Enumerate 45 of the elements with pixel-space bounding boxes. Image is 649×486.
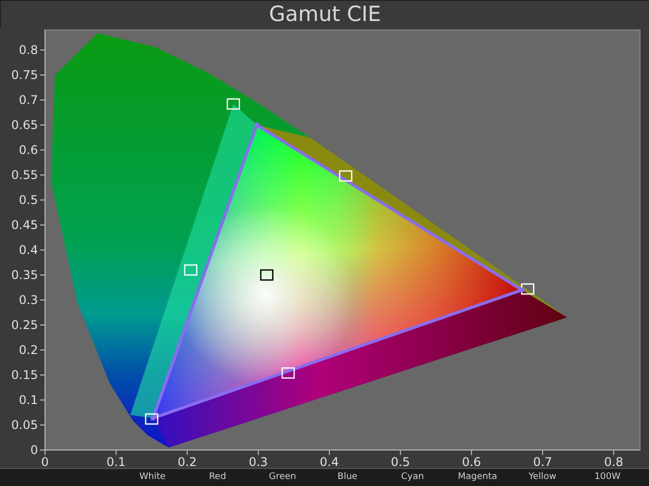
measured-point bbox=[520, 288, 524, 292]
y-tick-label: 0.2 bbox=[18, 343, 38, 357]
legend-label: Cyan bbox=[400, 470, 425, 484]
target-marker bbox=[144, 413, 158, 425]
x-tick-label: 0.1 bbox=[106, 455, 126, 468]
legend-label: Yellow bbox=[528, 470, 558, 484]
target-marker bbox=[339, 170, 352, 182]
y-tick-label: 0.65 bbox=[11, 118, 38, 132]
x-tick-label: 0.3 bbox=[248, 455, 268, 468]
legend-label: Green bbox=[268, 470, 298, 484]
chart-title: Gamut CIE bbox=[269, 4, 381, 25]
legend-label: Magenta bbox=[456, 470, 498, 484]
y-tick-label: 0.6 bbox=[18, 143, 38, 157]
y-tick-label: 0.7 bbox=[18, 93, 38, 107]
y-tick-label: 0 bbox=[30, 443, 38, 457]
target-marker bbox=[226, 98, 240, 110]
target-marker bbox=[184, 264, 198, 276]
x-tick-label: 0.5 bbox=[390, 455, 410, 468]
target-marker bbox=[521, 283, 534, 295]
measured-point bbox=[150, 416, 156, 420]
x-tick-label: 0 bbox=[41, 455, 49, 468]
y-tick-label: 0.5 bbox=[18, 193, 38, 207]
y-tick-label: 0.35 bbox=[11, 268, 38, 282]
legend-label: 100W bbox=[593, 470, 622, 484]
y-tick-label: 0.55 bbox=[11, 168, 38, 182]
y-tick-label: 0.15 bbox=[11, 368, 38, 382]
x-tick-label: 0.7 bbox=[533, 455, 552, 468]
x-tick-label: 0.2 bbox=[178, 455, 197, 468]
legend-label: Red bbox=[208, 470, 228, 484]
x-tick-label: 0.8 bbox=[604, 455, 624, 468]
y-tick-label: 0.45 bbox=[11, 218, 38, 232]
x-tick-label: 0.4 bbox=[320, 455, 339, 468]
y-tick-label: 0.8 bbox=[18, 43, 38, 57]
legend-label: White bbox=[138, 470, 167, 484]
target-marker bbox=[260, 269, 274, 281]
y-tick-label: 0.05 bbox=[11, 418, 38, 432]
y-tick-label: 0.1 bbox=[18, 393, 38, 407]
measured-point bbox=[254, 122, 260, 128]
legend-label: Blue bbox=[336, 470, 358, 484]
y-tick-label: 0.75 bbox=[11, 68, 38, 82]
target-marker bbox=[281, 367, 295, 379]
y-tick-label: 0.4 bbox=[18, 243, 38, 257]
x-tick-label: 0.6 bbox=[462, 455, 482, 468]
y-tick-label: 0.3 bbox=[18, 293, 38, 307]
y-tick-label: 0.25 bbox=[11, 318, 38, 332]
